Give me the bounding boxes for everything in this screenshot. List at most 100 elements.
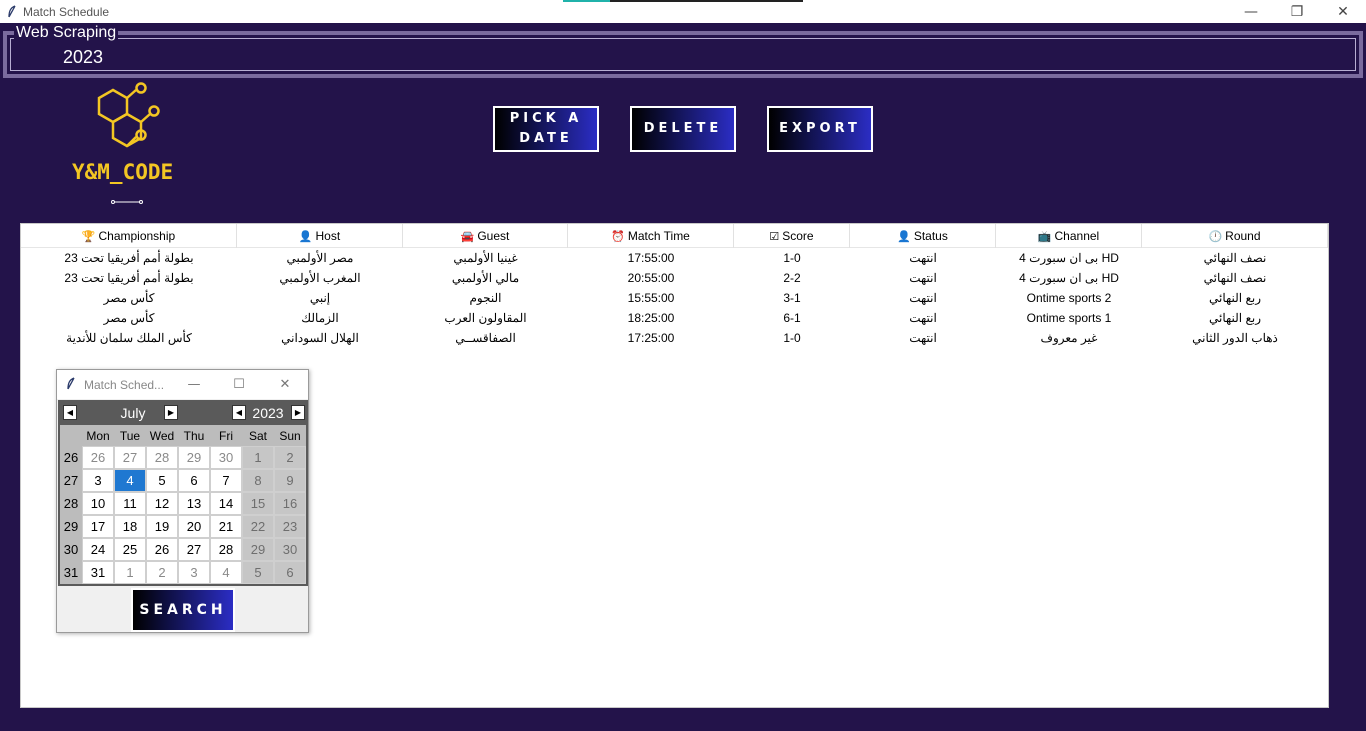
calendar-day[interactable]: 23 [274, 515, 306, 538]
calendar-day[interactable]: 3 [82, 469, 114, 492]
calendar-day[interactable]: 18 [114, 515, 146, 538]
table-row[interactable]: كأس مصر الزمالك المقاولون العرب 18:25:00 6-1… [21, 308, 1328, 328]
calendar-day[interactable]: 27 [178, 538, 210, 561]
table-row[interactable]: بطولة أمم أفريقيا تحت 23 المغرب الأولمبي م… [21, 268, 1328, 288]
table-row[interactable]: كأس الملك سلمان للأندية الهلال السوداني ال… [21, 328, 1328, 348]
column-header-championship[interactable]: 🏆 Championship [21, 224, 237, 248]
table-row[interactable]: كأس مصر إنبي النجوم 15:55:00 3-1 انتهت Ontime … [21, 288, 1328, 308]
calendar-day[interactable]: 7 [210, 469, 242, 492]
logo [70, 82, 190, 208]
search-button[interactable]: SEARCH [131, 588, 235, 632]
prev-year-button[interactable]: ◀ [232, 405, 246, 420]
calendar-day[interactable]: 28 [146, 446, 178, 469]
column-header-score[interactable]: ☑ Score [734, 224, 850, 248]
calendar-day[interactable]: 29 [178, 446, 210, 469]
week-number-corner [60, 425, 82, 446]
channel-icon: 📺 [1037, 230, 1052, 243]
table-body: بطولة أمم أفريقيا تحت 23 مصر الأولمبي غيني… [21, 248, 1328, 348]
calendar-dialog[interactable]: Match Sched... — ☐ ✕ ◀ July ▶ ◀ 2023 ▶ M… [56, 369, 309, 633]
calendar-day[interactable]: 2 [146, 561, 178, 584]
week-number: 26 [60, 446, 82, 469]
date-picker[interactable]: ◀ July ▶ ◀ 2023 ▶ Mon Tue Wed Thu Fri Sat Sun 2… [58, 400, 308, 586]
table-cell: غينيا الأولمبي [453, 251, 518, 265]
feather-icon [66, 376, 76, 393]
calendar-day[interactable]: 31 [82, 561, 114, 584]
column-header-round[interactable]: 🕛 Round [1142, 224, 1328, 248]
table-cell: مالي الأولمبي [451, 271, 520, 285]
minimize-button[interactable]: — [1228, 0, 1274, 23]
table-cell: ذهاب الدور الثاني [1192, 331, 1278, 345]
calendar-day[interactable]: 26 [146, 538, 178, 561]
calendar-day[interactable]: 29 [242, 538, 274, 561]
table-cell: 18:25:00 [627, 311, 675, 325]
calendar-day[interactable]: 6 [178, 469, 210, 492]
table-cell: Ontime sports 2 [1026, 291, 1112, 305]
table-cell: بى ان سبورت 4 HD [1019, 251, 1119, 265]
column-header-channel[interactable]: 📺 Channel [996, 224, 1142, 248]
dialog-minimize-button[interactable]: — [172, 370, 216, 399]
calendar-day[interactable]: 8 [242, 469, 274, 492]
delete-button[interactable]: DELETE [630, 106, 736, 152]
weekday-label: Wed [149, 428, 175, 443]
table-cell: 17:25:00 [627, 331, 675, 345]
calendar-day[interactable]: 11 [114, 492, 146, 515]
export-button[interactable]: EXPORT [767, 106, 873, 152]
calendar-day[interactable]: 12 [146, 492, 178, 515]
column-header-label: Channel [1054, 229, 1100, 243]
calendar-day[interactable]: 1 [114, 561, 146, 584]
calendar-day[interactable]: 24 [82, 538, 114, 561]
column-header-status[interactable]: 👤 Status [850, 224, 996, 248]
calendar-day[interactable]: 15 [242, 492, 274, 515]
table-cell: انتهت [909, 331, 937, 345]
column-header-host[interactable]: 👤 Host [237, 224, 403, 248]
week-number: 28 [60, 492, 82, 515]
calendar-day[interactable]: 6 [274, 561, 306, 584]
calendar-day[interactable]: 9 [274, 469, 306, 492]
calendar-day[interactable]: 13 [178, 492, 210, 515]
column-header-guest[interactable]: 🚘 Guest [403, 224, 568, 248]
calendar-day[interactable]: 30 [210, 446, 242, 469]
table-cell: 20:55:00 [627, 271, 675, 285]
column-header-match-time[interactable]: ⏰ Match Time [568, 224, 734, 248]
calendar-day[interactable]: 2 [274, 446, 306, 469]
calendar-day[interactable]: 28 [210, 538, 242, 561]
calendar-day[interactable]: 16 [274, 492, 306, 515]
next-year-button[interactable]: ▶ [291, 405, 305, 420]
calendar-dialog-title: Match Sched... [84, 377, 165, 392]
weekday-header-row: Mon Tue Wed Thu Fri Sat Sun [60, 425, 306, 446]
table-cell: نصف النهائي [1203, 271, 1267, 285]
calendar-day[interactable]: 5 [242, 561, 274, 584]
weekday-label: Mon [86, 428, 110, 443]
calendar-day[interactable]: 30 [274, 538, 306, 561]
calendar-week-row: 30 24 25 26 27 28 29 30 [60, 538, 306, 561]
pick-a-date-button[interactable]: PICK A DATE [493, 106, 599, 152]
dialog-close-button[interactable]: ✕ [263, 370, 307, 399]
prev-month-button[interactable]: ◀ [63, 405, 77, 420]
dialog-maximize-button[interactable]: ☐ [217, 370, 261, 399]
close-button[interactable]: ✕ [1320, 0, 1366, 23]
calendar-dialog-titlebar: Match Sched... — ☐ ✕ [57, 370, 308, 399]
calendar-day[interactable]: 14 [210, 492, 242, 515]
calendar-day[interactable]: 4 [210, 561, 242, 584]
calendar-day[interactable]: 26 [82, 446, 114, 469]
next-month-button[interactable]: ▶ [164, 405, 178, 420]
calendar-day[interactable]: 25 [114, 538, 146, 561]
table-row[interactable]: بطولة أمم أفريقيا تحت 23 مصر الأولمبي غيني… [21, 248, 1328, 268]
calendar-day[interactable]: 5 [146, 469, 178, 492]
calendar-week-row: 31 31 1 2 3 4 5 6 [60, 561, 306, 584]
table-cell: كأس مصر [103, 291, 155, 305]
calendar-day[interactable]: 21 [210, 515, 242, 538]
restore-button[interactable]: ❐ [1274, 0, 1320, 23]
calendar-day[interactable]: 20 [178, 515, 210, 538]
calendar-day[interactable]: 27 [114, 446, 146, 469]
table-cell: انتهت [909, 251, 937, 265]
logo-text: Y&M_CODE [72, 160, 174, 184]
calendar-day[interactable]: 17 [82, 515, 114, 538]
calendar-day[interactable]: 19 [146, 515, 178, 538]
calendar-day[interactable]: 1 [242, 446, 274, 469]
calendar-day[interactable]: 3 [178, 561, 210, 584]
calendar-day[interactable]: 10 [82, 492, 114, 515]
calendar-day[interactable]: 22 [242, 515, 274, 538]
calendar-day[interactable]: 4 [114, 469, 146, 492]
header-frame-inner-border [10, 38, 1356, 71]
